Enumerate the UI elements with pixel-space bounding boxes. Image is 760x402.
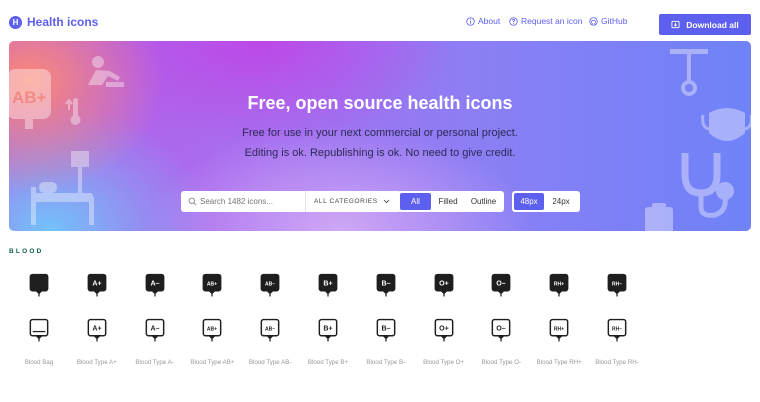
nav-about-label: About — [478, 16, 501, 26]
filled-blood-type-rhplus-icon[interactable]: RH+ — [530, 273, 588, 297]
top-nav: H Health icons About Request an icon Git… — [0, 0, 760, 40]
svg-text:B+: B+ — [323, 280, 332, 288]
svg-text:B–: B– — [381, 325, 390, 333]
icon-label: Blood Type A+ — [76, 359, 117, 366]
outline-blood-type-abminus-icon[interactable]: AB– — [241, 318, 299, 342]
stethoscope-deco-icon — [677, 149, 743, 226]
filled-blood-type-ominus-icon[interactable]: O– — [472, 273, 530, 297]
style-filter-group: All Filled Outline — [398, 191, 504, 212]
category-select-label: ALL CATEGORIES — [314, 198, 378, 205]
filled-blood-bag-icon[interactable] — [10, 273, 68, 297]
svg-text:O–: O– — [497, 280, 507, 288]
size-24px[interactable]: 24px — [546, 193, 576, 210]
nav-github[interactable]: GitHub — [589, 16, 627, 26]
search-input[interactable] — [200, 197, 305, 206]
nav-github-label: GitHub — [601, 16, 628, 26]
svg-text:B–: B– — [381, 280, 390, 288]
brand-link[interactable]: H Health icons — [9, 15, 98, 29]
outline-blood-type-oplus-icon[interactable]: O+ — [415, 318, 473, 342]
icon-label: Blood Type B- — [366, 359, 406, 366]
outline-blood-bag-icon[interactable] — [10, 318, 68, 342]
svg-text:RH+: RH+ — [554, 327, 564, 333]
info-icon — [466, 16, 475, 26]
download-icon — [671, 20, 680, 29]
outline-blood-type-aminus-icon[interactable]: A– — [126, 318, 184, 342]
hero-subtitle-1: Free for use in your next commercial or … — [242, 127, 518, 139]
size-toggle-group: 48px 24px — [512, 191, 580, 212]
download-all-button[interactable]: Download all — [659, 14, 751, 35]
icon-label: Blood Type AB+ — [190, 359, 235, 366]
filter-outline[interactable]: Outline — [465, 193, 502, 210]
svg-text:RH+: RH+ — [554, 282, 564, 288]
svg-text:RH–: RH– — [612, 282, 622, 288]
download-all-label: Download all — [686, 19, 739, 30]
svg-text:A+: A+ — [92, 280, 101, 288]
search-icon — [188, 197, 197, 206]
section-title-blood: BLOOD — [9, 248, 44, 255]
size-48px[interactable]: 48px — [514, 193, 544, 210]
svg-text:O+: O+ — [439, 325, 449, 333]
icon-label: Blood Type AB- — [248, 359, 292, 366]
svg-text:B+: B+ — [323, 325, 332, 333]
filled-blood-type-abminus-icon[interactable]: AB– — [241, 273, 299, 297]
icon-label: Blood Type RH+ — [536, 359, 582, 366]
filled-blood-type-aplus-icon[interactable]: A+ — [68, 273, 126, 297]
brand-name: Health icons — [27, 15, 99, 29]
icon-label: Blood Type B+ — [307, 359, 349, 366]
filter-filled[interactable]: Filled — [433, 193, 463, 210]
icon-label: Blood Type A- — [135, 359, 174, 366]
health-icons-logo: H — [9, 15, 22, 29]
outline-blood-type-ominus-icon[interactable]: O– — [472, 318, 530, 342]
svg-text:AB+: AB+ — [207, 282, 217, 288]
outline-blood-type-aplus-icon[interactable]: A+ — [68, 318, 126, 342]
hero-title: Free, open source health icons — [247, 93, 513, 113]
category-select[interactable]: ALL CATEGORIES — [305, 191, 390, 212]
svg-text:A–: A– — [150, 325, 159, 333]
search-bar: ALL CATEGORIES — [181, 191, 401, 212]
icon-label: Blood Type O- — [481, 359, 522, 366]
filled-blood-type-rhminus-icon[interactable]: RH– — [588, 273, 646, 297]
outline-blood-type-rhminus-icon[interactable]: RH– — [588, 318, 646, 342]
svg-text:AB–: AB– — [265, 282, 275, 288]
outline-blood-type-rhplus-icon[interactable]: RH+ — [530, 318, 588, 342]
svg-text:A+: A+ — [92, 325, 101, 333]
svg-text:O–: O– — [497, 325, 507, 333]
svg-text:RH–: RH– — [612, 327, 622, 333]
filled-blood-type-abplus-icon[interactable]: AB+ — [183, 273, 241, 297]
outline-blood-type-abplus-icon[interactable]: AB+ — [183, 318, 241, 342]
icon-label: Blood Type O+ — [423, 359, 465, 366]
patient-deco-icon — [84, 55, 126, 96]
filled-blood-type-bminus-icon[interactable]: B– — [357, 273, 415, 297]
hero-subtitle-2: Editing is ok. Republishing is ok. No ne… — [244, 147, 516, 159]
svg-text:AB–: AB– — [265, 327, 275, 333]
hospital-bed-deco-icon — [29, 149, 109, 231]
chevron-down-icon — [383, 199, 389, 204]
nav-request-icon[interactable]: Request an icon — [509, 16, 582, 26]
filter-all[interactable]: All — [400, 193, 431, 210]
github-icon — [589, 16, 598, 26]
help-circle-icon — [509, 16, 518, 26]
outline-blood-type-bminus-icon[interactable]: B– — [357, 318, 415, 342]
hero-banner: AB+ Free, open source health icons Free … — [9, 41, 751, 231]
filled-blood-type-bplus-icon[interactable]: B+ — [299, 273, 357, 297]
filled-blood-type-aminus-icon[interactable]: A– — [126, 273, 184, 297]
nav-about[interactable]: About — [466, 16, 500, 26]
icon-label: Blood Bag — [24, 359, 54, 366]
icon-label: Blood Type RH- — [595, 359, 639, 366]
filled-blood-type-oplus-icon[interactable]: O+ — [415, 273, 473, 297]
nav-request-label: Request an icon — [521, 16, 583, 26]
clipboard-deco-icon — [641, 201, 677, 231]
svg-text:O+: O+ — [439, 280, 449, 288]
outline-blood-type-bplus-icon[interactable]: B+ — [299, 318, 357, 342]
svg-text:A–: A– — [150, 280, 159, 288]
svg-text:AB+: AB+ — [207, 327, 217, 333]
